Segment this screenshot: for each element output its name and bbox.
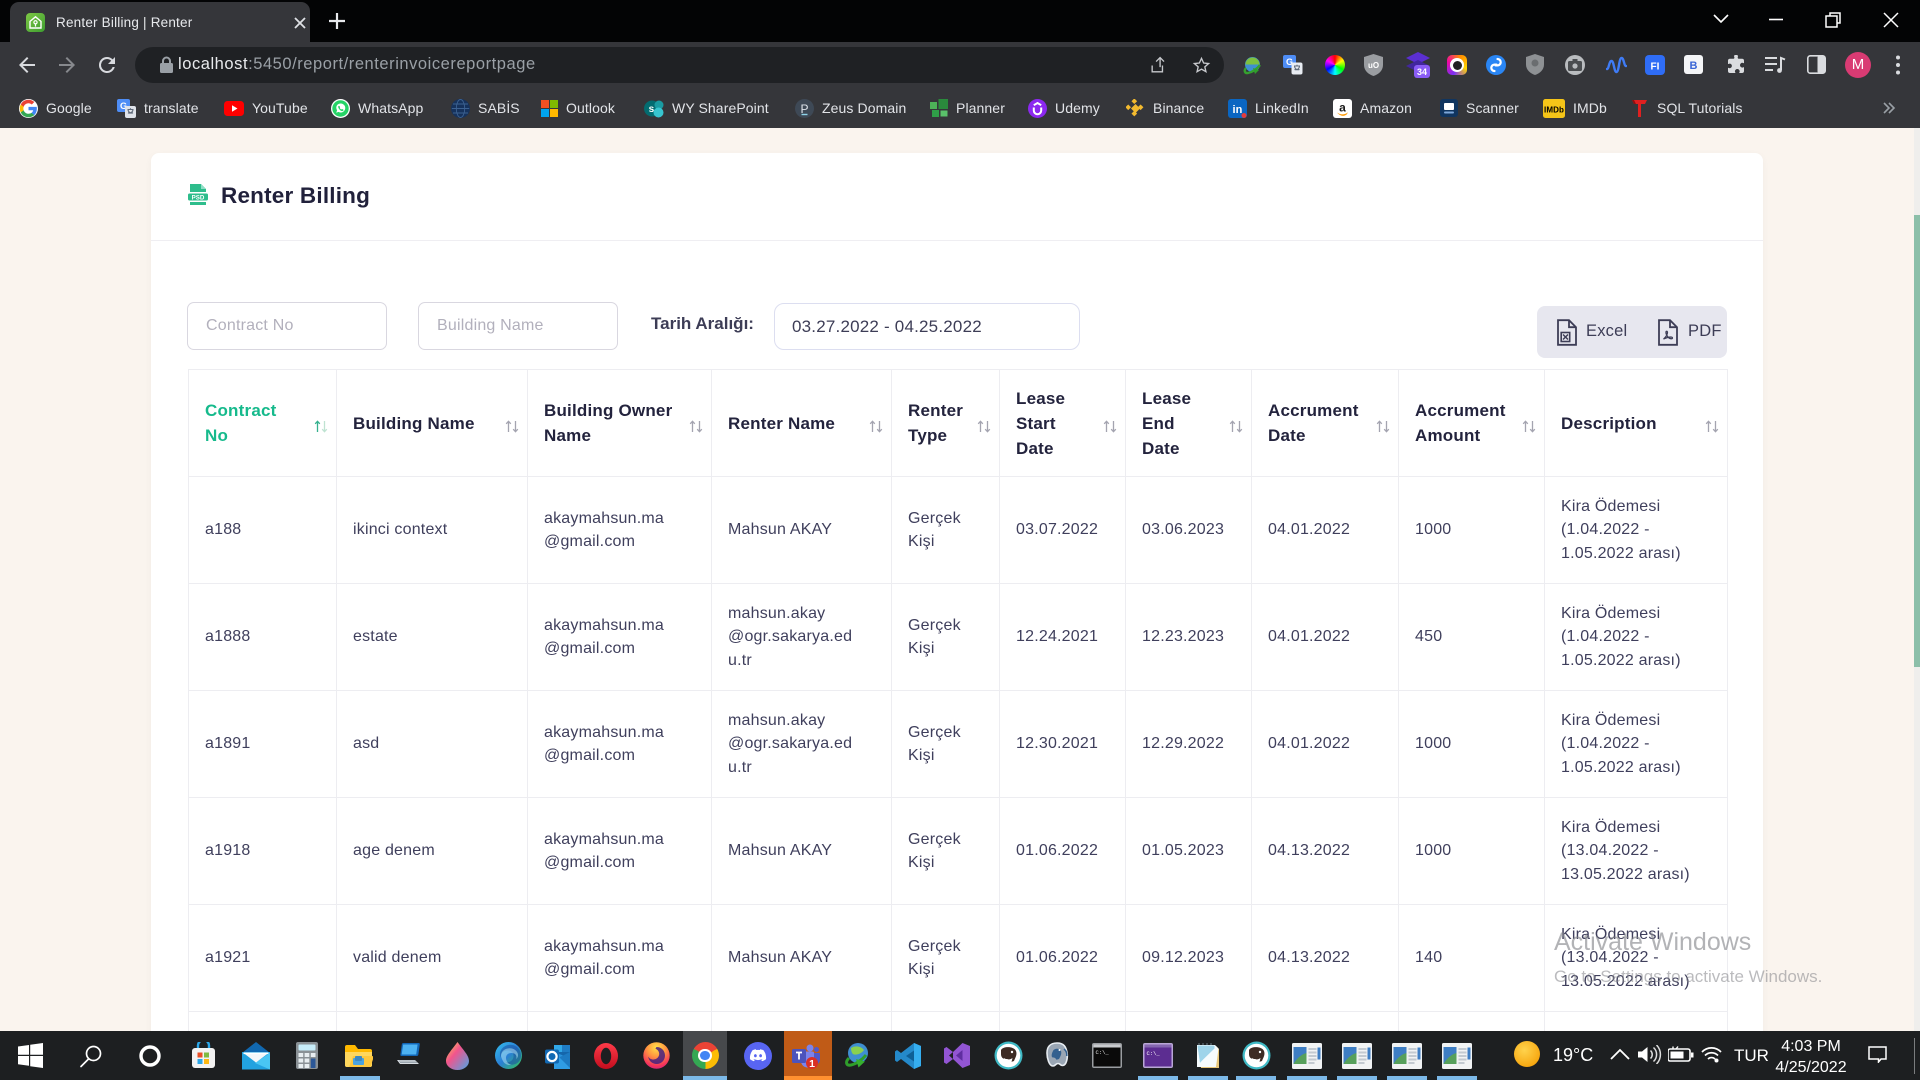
svg-text:C:\_: C:\_ [1096,1049,1110,1056]
svg-text:FI: FI [1651,62,1660,73]
svg-text:PSD: PSD [192,194,205,201]
svg-text:s: s [649,104,655,115]
svg-text:B: B [1690,60,1698,72]
svg-text:IMDb: IMDb [1544,105,1564,114]
svg-text:1: 1 [809,1057,815,1069]
svg-text:P: P [800,101,808,115]
svg-text:a: a [1339,100,1346,114]
svg-text:in: in [1233,103,1243,115]
svg-text:C:\_: C:\_ [1147,1050,1161,1057]
svg-text:uO: uO [1368,61,1379,70]
svg-text:34: 34 [1417,67,1427,77]
